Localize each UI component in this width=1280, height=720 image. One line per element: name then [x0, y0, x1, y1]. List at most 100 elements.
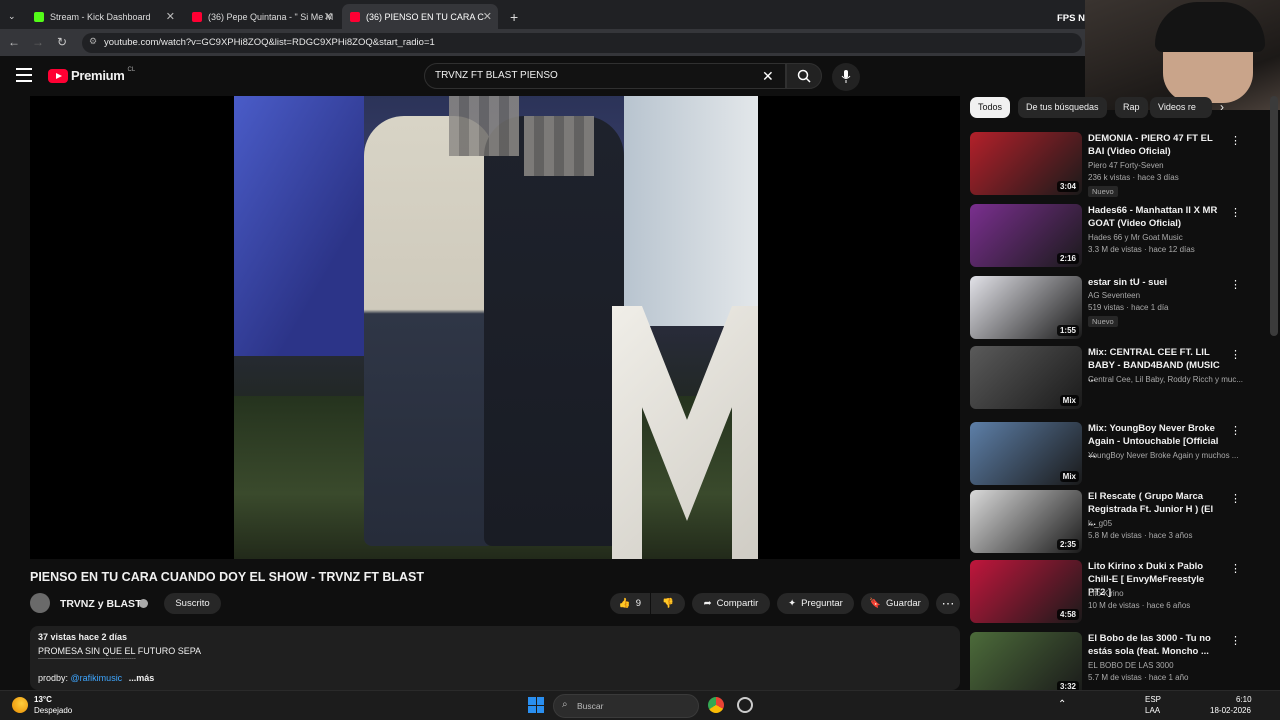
recommendation-channel[interactable]: AG Seventeen — [1088, 290, 1248, 302]
chip-todos[interactable]: Todos — [970, 97, 1011, 118]
recommendation-item[interactable]: 1:55 estar sin tU - suei AG Seventeen ⋮ 519 … — [970, 276, 1250, 342]
tab-list-button[interactable]: ⌄ — [0, 4, 24, 29]
recommendation-channel[interactable]: EL BOBO DE LAS 3000 — [1088, 660, 1248, 672]
forward-icon[interactable]: → — [30, 35, 46, 49]
recommendation-title[interactable]: Hades66 - Manhattan ll X MR GOAT (Video … — [1088, 204, 1220, 230]
youtube-premium-logo[interactable]: Premium CL — [48, 66, 136, 83]
country-code: CL — [127, 66, 136, 73]
video-thumbnail[interactable]: 2:35 — [970, 490, 1082, 553]
scrollbar-thumb[interactable] — [1270, 96, 1278, 336]
dislike-button[interactable]: 👎 — [651, 593, 685, 614]
producer-link[interactable]: @rafikimusic — [71, 673, 123, 683]
clock-date[interactable]: 18-02-2026 — [1210, 706, 1251, 715]
duration-badge: Mix — [1059, 395, 1079, 406]
microphone-icon — [841, 70, 851, 83]
tab-pepe-quintana[interactable]: (36) Pepe Quintana - " Si Me M ✕ — [184, 4, 339, 29]
language-primary[interactable]: ESP — [1145, 695, 1161, 704]
recommendation-title[interactable]: DEMONIA - PIERO 47 FT EL BAI (Video Ofic… — [1088, 132, 1220, 158]
more-options-icon[interactable]: ⋮ — [1230, 206, 1241, 219]
duration-badge: 2:35 — [1056, 539, 1079, 550]
chrome-icon[interactable] — [708, 697, 724, 713]
recommendation-channel[interactable]: Hades 66 y Mr Goat Music — [1088, 232, 1248, 244]
recommendation-meta: 3.3 M de vistas · hace 12 días — [1088, 245, 1195, 254]
share-button[interactable]: ➦ Compartir — [692, 593, 770, 614]
url-field[interactable]: ⚙ youtube.com/watch?v=GC9XPHi8ZOQ&list=R… — [82, 33, 1082, 53]
more-icon: ⋯ — [941, 595, 955, 611]
logo-text: Premium — [71, 68, 125, 83]
close-icon[interactable]: ✕ — [483, 10, 492, 23]
recommendation-item[interactable]: 4:58 Lito Kirino x Duki x Pablo Chill-E [… — [970, 560, 1250, 626]
video-thumbnail[interactable]: Mix — [970, 422, 1082, 485]
video-thumbnail[interactable]: 3:32 — [970, 632, 1082, 695]
taskbar-search[interactable]: ⌕ Buscar — [553, 694, 699, 718]
recommendation-item[interactable]: 3:32 El Bobo de las 3000 - Tu no estás so… — [970, 632, 1250, 698]
video-thumbnail[interactable]: 4:58 — [970, 560, 1082, 623]
like-button[interactable]: 👍 9 — [610, 593, 650, 614]
clock-time[interactable]: 6:10 — [1236, 695, 1252, 704]
recommendation-item[interactable]: Mix Mix: YoungBoy Never Broke Again - Unt… — [970, 422, 1250, 488]
youtube-logo-icon — [48, 68, 68, 83]
video-frame — [234, 96, 758, 559]
show-more-link[interactable]: ...más — [129, 673, 155, 683]
recommendation-item[interactable]: 2:35 El Rescate ( Grupo Marca Registrada … — [970, 490, 1250, 556]
video-thumbnail[interactable]: 3:04 — [970, 132, 1082, 195]
recommendation-channel[interactable]: YoungBoy Never Broke Again y muchos ... — [1088, 450, 1248, 462]
more-options-icon[interactable]: ⋮ — [1230, 634, 1241, 647]
chip-de-tus-busquedas[interactable]: De tus búsquedas — [1018, 97, 1107, 118]
weather-sun-icon[interactable] — [12, 697, 28, 713]
close-icon[interactable]: ✕ — [324, 10, 333, 23]
site-info-icon[interactable]: ⚙ — [89, 36, 97, 47]
ask-button[interactable]: ✦ Preguntar — [777, 593, 854, 614]
close-icon[interactable]: ✕ — [166, 10, 175, 23]
tab-label: (36) PIENSO EN TU CARA C — [366, 11, 484, 22]
more-options-icon[interactable]: ⋮ — [1230, 278, 1241, 291]
prodby-line: prodby: @rafikimusic ...más — [38, 673, 154, 683]
description-box[interactable]: 37 vistas hace 2 días PROMESA SIN QUE EL… — [30, 626, 960, 690]
recommendation-channel[interactable]: Lito Kirino — [1088, 588, 1248, 600]
recommendation-item[interactable]: Mix Mix: CENTRAL CEE FT. LIL BABY - BAND4… — [970, 346, 1250, 412]
language-secondary[interactable]: LAA — [1145, 706, 1160, 715]
search-button[interactable] — [786, 63, 822, 89]
video-thumbnail[interactable]: 2:16 — [970, 204, 1082, 267]
blue-wall — [234, 96, 364, 356]
channel-avatar[interactable] — [30, 593, 50, 613]
recommendation-item[interactable]: 2:16 Hades66 - Manhattan ll X MR GOAT (Vi… — [970, 204, 1250, 270]
fps-label: FPS N — [1057, 13, 1085, 24]
tab-active-video[interactable]: (36) PIENSO EN TU CARA C ✕ — [342, 4, 498, 29]
video-player[interactable] — [30, 96, 960, 559]
more-options-icon[interactable]: ⋮ — [1230, 134, 1241, 147]
back-icon[interactable]: ← — [6, 35, 22, 49]
tab-kick[interactable]: Stream - Kick Dashboard ✕ — [26, 4, 181, 29]
recommendation-item[interactable]: 3:04 DEMONIA - PIERO 47 FT EL BAI (Video … — [970, 132, 1250, 198]
channel-name[interactable]: TRVNZ y BLAST — [60, 598, 141, 610]
chevron-right-icon[interactable]: › — [1220, 100, 1224, 114]
subscribed-button[interactable]: Suscrito — [164, 593, 221, 614]
tray-chevron-icon[interactable]: ⌃ — [1058, 699, 1066, 710]
menu-icon[interactable] — [16, 68, 32, 82]
search-icon — [797, 69, 811, 83]
more-options-icon[interactable]: ⋮ — [1230, 424, 1241, 437]
temperature: 13°C — [34, 695, 52, 704]
new-tab-button[interactable]: + — [502, 4, 522, 29]
recommendation-channel[interactable]: k._g05 — [1088, 518, 1248, 530]
video-thumbnail[interactable]: Mix — [970, 346, 1082, 409]
chip-videos[interactable]: Videos re — [1150, 97, 1212, 118]
more-options-icon[interactable]: ⋮ — [1230, 492, 1241, 505]
clear-search-icon[interactable]: ✕ — [762, 68, 774, 85]
more-options-icon[interactable]: ⋮ — [1230, 562, 1241, 575]
recommendation-channel[interactable]: Central Cee, Lil Baby, Roddy Ricch y muc… — [1088, 374, 1248, 386]
windows-start-icon[interactable] — [528, 697, 544, 713]
tab-label: (36) Pepe Quintana - " Si Me M — [208, 11, 334, 22]
search-input[interactable]: TRVNZ FT BLAST PIENSO — [424, 63, 786, 89]
obs-icon[interactable] — [737, 697, 753, 713]
reload-icon[interactable]: ↻ — [54, 35, 70, 49]
video-thumbnail[interactable]: 1:55 — [970, 276, 1082, 339]
voice-search-button[interactable] — [832, 63, 860, 91]
recommendation-title[interactable]: estar sin tU - suei — [1088, 276, 1220, 289]
more-actions-button[interactable]: ⋯ — [936, 593, 960, 614]
more-options-icon[interactable]: ⋮ — [1230, 348, 1241, 361]
save-button[interactable]: 🔖 Guardar — [861, 593, 929, 614]
recommendation-title[interactable]: El Bobo de las 3000 - Tu no estás sola (… — [1088, 632, 1220, 658]
chip-rap[interactable]: Rap — [1115, 97, 1148, 118]
recommendation-channel[interactable]: Piero 47 Forty-Seven — [1088, 160, 1248, 172]
